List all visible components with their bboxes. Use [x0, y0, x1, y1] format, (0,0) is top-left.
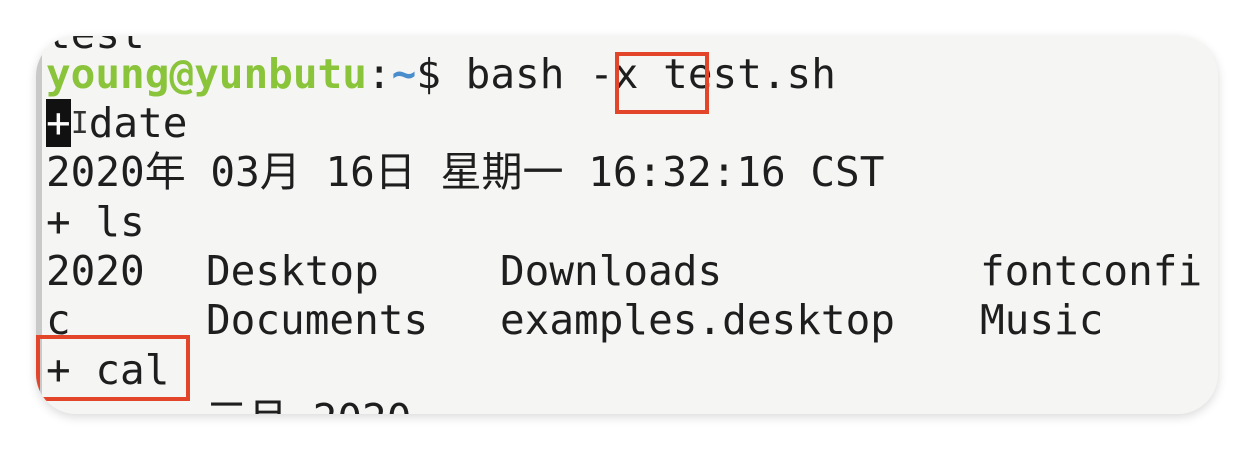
terminal-line-date-output: 2020年 03月 16日 星期一 16:32:16 CST: [46, 148, 885, 196]
terminal-line-ls-row-1: 2020 Desktop Downloads fontconfi: [46, 247, 1202, 295]
terminal-line-trace-date: +Idate: [46, 99, 188, 147]
command-bash: bash: [465, 50, 590, 98]
terminal-line-trace-ls: + ls: [46, 198, 145, 246]
ls-entry: Music: [980, 296, 1104, 344]
ls-entry: Downloads: [500, 247, 723, 295]
prompt-path: ~: [391, 50, 417, 98]
terminal-line-prompt: young@yunbutu:~$ bash -x test.sh: [46, 50, 836, 98]
ls-entry: examples.desktop: [500, 296, 895, 344]
trace-date-command: date: [88, 99, 188, 147]
prompt-user: young@yunbutu: [46, 50, 367, 98]
ls-entry: fontconfi: [980, 247, 1203, 295]
highlight-box-flag: [615, 52, 709, 114]
highlight-box-cal: [36, 335, 190, 401]
terminal-screenshot: test young@yunbutu:~$ bash -x test.sh +I…: [36, 36, 1218, 414]
ls-entry: Desktop: [206, 247, 379, 295]
prompt-dollar: $: [416, 50, 466, 98]
terminal-cursor: +: [46, 99, 71, 147]
prompt-separator: :: [366, 50, 392, 98]
text-cursor-icon: I: [70, 106, 89, 141]
ls-entry: Documents: [206, 296, 429, 344]
ls-entry: 2020: [46, 247, 145, 295]
terminal-line-cal-header: 三月 2020: [206, 395, 411, 414]
